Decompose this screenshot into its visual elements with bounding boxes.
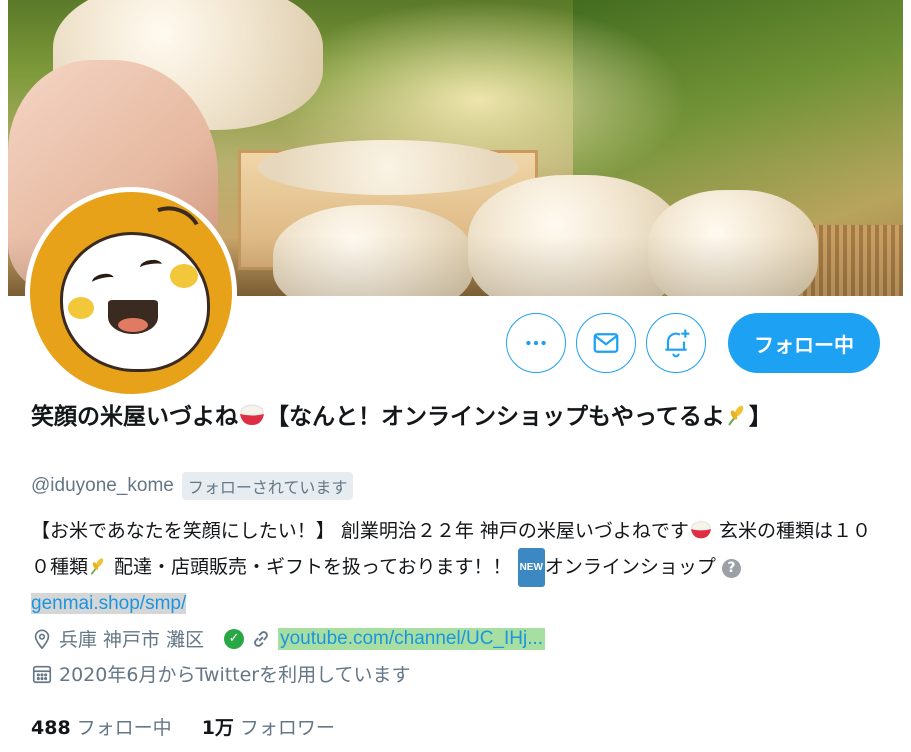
location-text: 兵庫 神戸市 灘区 — [59, 629, 205, 651]
handle-row: @iduyone_kome フォローされています — [31, 472, 354, 500]
user-handle: @iduyone_kome — [31, 475, 174, 496]
rice-plant-icon — [728, 405, 744, 426]
profile-stats: 488 フォロー中 1万 フォロワー — [31, 713, 335, 740]
followers-link[interactable]: 1万 フォロワー — [202, 713, 335, 740]
new-badge-icon: NEW — [517, 548, 545, 587]
notifications-button[interactable] — [646, 313, 706, 373]
calendar-icon — [32, 665, 52, 683]
bell-plus-icon — [665, 329, 690, 358]
followers-count: 1万 — [201, 717, 234, 739]
rice-bowl-icon — [690, 521, 711, 539]
following-button[interactable]: フォロー中 — [728, 313, 880, 373]
location-pin-icon — [34, 628, 50, 649]
verified-check-icon: ✓ — [224, 628, 245, 649]
question-icon: ? — [721, 559, 741, 578]
message-button[interactable] — [576, 313, 636, 373]
follows-you-badge: フォローされています — [181, 472, 354, 500]
display-name: 笑顔の米屋いづよね 【なんと！オンラインショップもやってるよ】 — [31, 404, 772, 430]
profile-avatar[interactable] — [25, 187, 237, 399]
joined-row: 2020年6月からTwitterを利用しています — [31, 660, 411, 687]
following-label: フォロー中 — [76, 717, 172, 739]
following-link[interactable]: 488 フォロー中 — [31, 713, 172, 740]
rice-plant-icon — [90, 558, 104, 575]
following-count: 488 — [31, 717, 71, 739]
profile-actions: フォロー中 — [506, 313, 880, 373]
mail-icon — [593, 333, 619, 353]
profile-url-link[interactable]: youtube.com/channel/UC_IHj... — [278, 627, 546, 650]
joined-text: 2020年6月からTwitterを利用しています — [59, 664, 411, 686]
more-icon — [526, 340, 546, 346]
link-icon — [254, 630, 268, 647]
profile-bio: 【お米であなたを笑顔にしたい！】 創業明治２２年 神戸の米屋いづよねです 玄米の… — [31, 520, 871, 614]
bio-link[interactable]: genmai.shop/smp/ — [31, 593, 187, 614]
more-button[interactable] — [506, 313, 566, 373]
rice-bowl-icon — [240, 404, 264, 425]
location-row: 兵庫 神戸市 灘区 ✓ youtube.com/channel/UC_IHj..… — [31, 625, 546, 652]
followers-label: フォロワー — [239, 717, 335, 739]
